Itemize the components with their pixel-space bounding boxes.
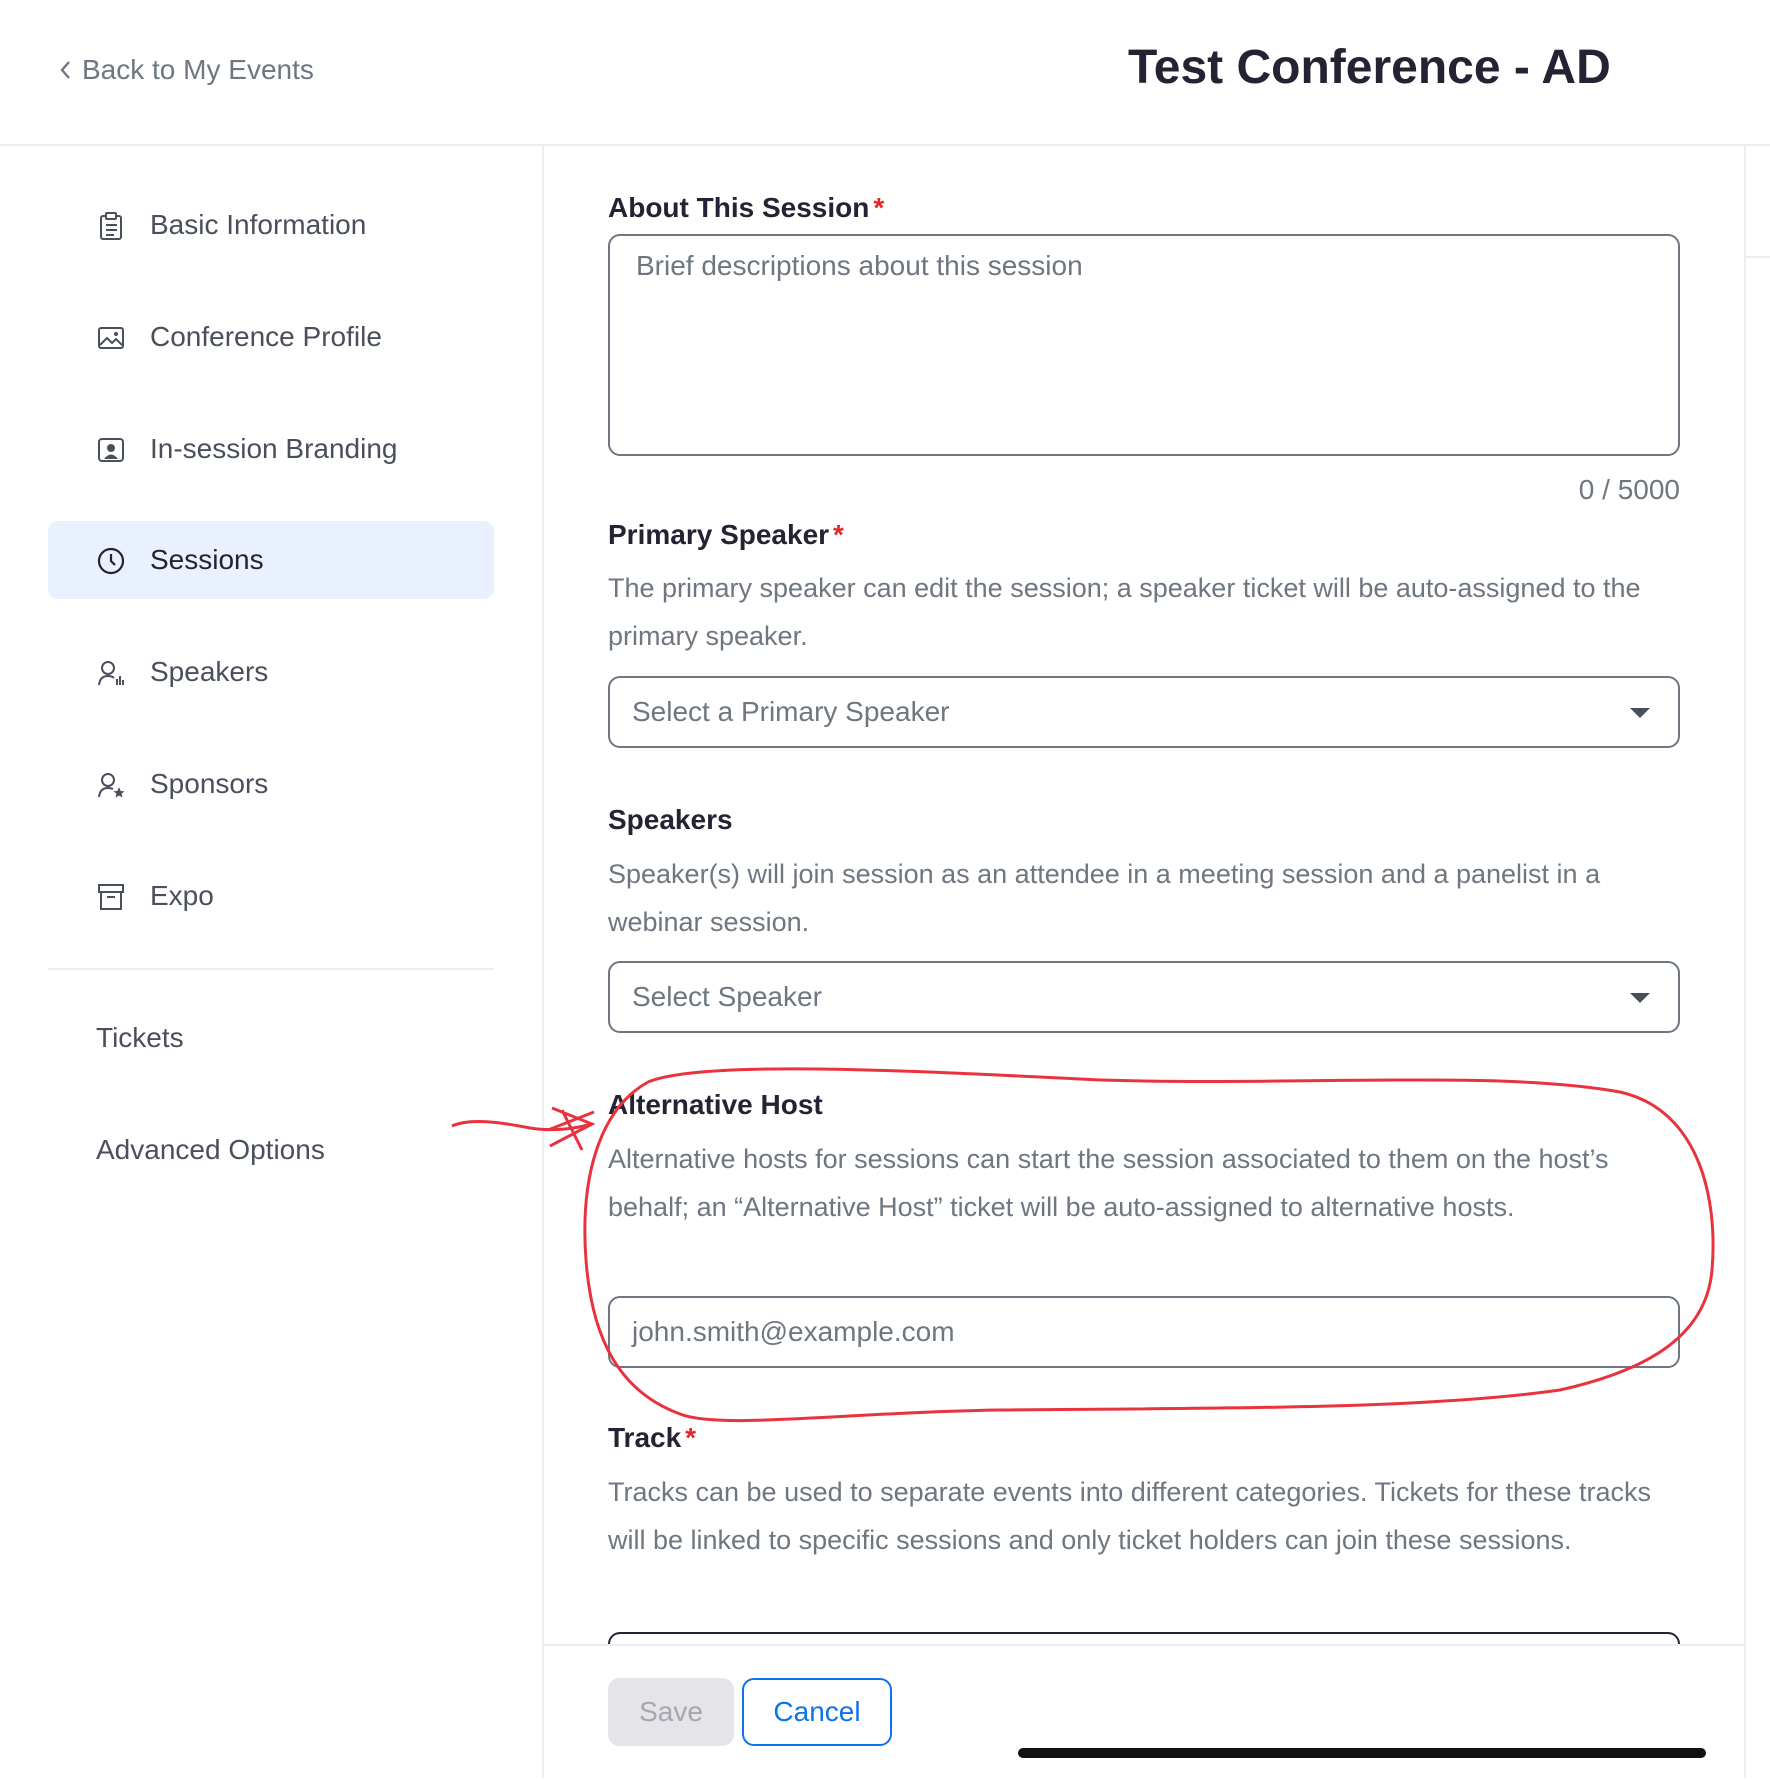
sidebar-item-sessions[interactable]: Sessions xyxy=(48,521,494,599)
sidebar-item-label: Conference Profile xyxy=(150,321,382,352)
session-form: About This Session * Brief descriptions a… xyxy=(544,146,1744,1778)
primary-speaker-placeholder: Select a Primary Speaker xyxy=(632,696,950,727)
page-title: Test Conference - AD xyxy=(1128,41,1611,94)
home-indicator xyxy=(1018,1748,1706,1758)
content-right-border xyxy=(1744,146,1746,1778)
sidebar-item-speakers[interactable]: Speakers xyxy=(48,633,494,711)
sidebar-item-sponsors[interactable]: Sponsors xyxy=(48,745,494,823)
sidebar-item-in-session-branding[interactable]: In-session Branding xyxy=(48,410,494,488)
primary-speaker-select[interactable]: Select a Primary Speaker xyxy=(608,676,1680,748)
speaker-icon xyxy=(98,661,124,686)
sidebar-item-label: Basic Information xyxy=(150,209,367,240)
track-label: Track * xyxy=(608,1422,697,1453)
about-session-label: About This Session * xyxy=(608,192,885,223)
sidebar-item-label: In-session Branding xyxy=(150,433,398,464)
image-icon xyxy=(98,327,124,349)
required-mark: * xyxy=(833,519,844,550)
sidebar-item-label: Expo xyxy=(150,880,214,911)
sidebar-item-tickets[interactable]: Tickets xyxy=(96,1022,184,1054)
top-bar: Back to My Events Test Conference - AD xyxy=(0,0,1770,146)
about-session-placeholder: Brief descriptions about this session xyxy=(636,250,1083,281)
sidebar-item-label: Sponsors xyxy=(150,768,269,799)
speakers-select[interactable]: Select Speaker xyxy=(608,961,1680,1033)
sidebar-item-basic-information[interactable]: Basic Information xyxy=(48,186,494,264)
save-button[interactable]: Save xyxy=(608,1678,734,1746)
sidebar-item-expo[interactable]: Expo xyxy=(48,857,494,935)
sidebar-item-conference-profile[interactable]: Conference Profile xyxy=(48,298,494,376)
alternative-host-label: Alternative Host xyxy=(608,1089,823,1120)
track-description: Tracks can be used to separate events in… xyxy=(608,1477,1652,1555)
booth-icon xyxy=(98,884,124,910)
portrait-icon xyxy=(98,438,124,462)
sidebar-divider xyxy=(48,968,494,970)
required-mark: * xyxy=(873,192,885,223)
caret-down-icon xyxy=(1630,993,1650,1003)
chevron-left-icon xyxy=(60,61,70,79)
character-counter: 0 / 5000 xyxy=(1578,474,1680,505)
sponsor-icon xyxy=(98,773,125,798)
primary-speaker-description: The primary speaker can edit the session… xyxy=(608,573,1641,651)
required-mark: * xyxy=(685,1422,697,1453)
about-session-textarea[interactable]: Brief descriptions about this session xyxy=(608,234,1680,456)
alternative-host-placeholder: john.smith@example.com xyxy=(632,1316,955,1347)
back-to-events-link[interactable]: Back to My Events xyxy=(58,54,314,86)
primary-speaker-label: Primary Speaker * xyxy=(608,519,844,550)
caret-down-icon xyxy=(1630,708,1650,718)
clipboard-icon xyxy=(100,212,122,240)
form-footer: Save Cancel xyxy=(544,1644,1744,1780)
cancel-button[interactable]: Cancel xyxy=(742,1678,892,1746)
alternative-host-description: Alternative hosts for sessions can start… xyxy=(608,1144,1609,1222)
sidebar: Basic Information Conference Profile In-… xyxy=(0,146,544,1778)
sidebar-item-advanced-options[interactable]: Advanced Options xyxy=(96,1134,325,1166)
back-link-label: Back to My Events xyxy=(82,54,314,85)
clock-icon xyxy=(97,547,125,575)
speakers-placeholder: Select Speaker xyxy=(632,981,822,1012)
speakers-description: Speaker(s) will join session as an atten… xyxy=(608,859,1601,937)
sidebar-item-label: Sessions xyxy=(150,544,264,575)
alternative-host-email-input[interactable]: john.smith@example.com xyxy=(608,1296,1680,1368)
right-panel-edge xyxy=(1746,146,1770,258)
sidebar-item-label: Speakers xyxy=(150,656,269,687)
speakers-label: Speakers xyxy=(608,804,733,835)
